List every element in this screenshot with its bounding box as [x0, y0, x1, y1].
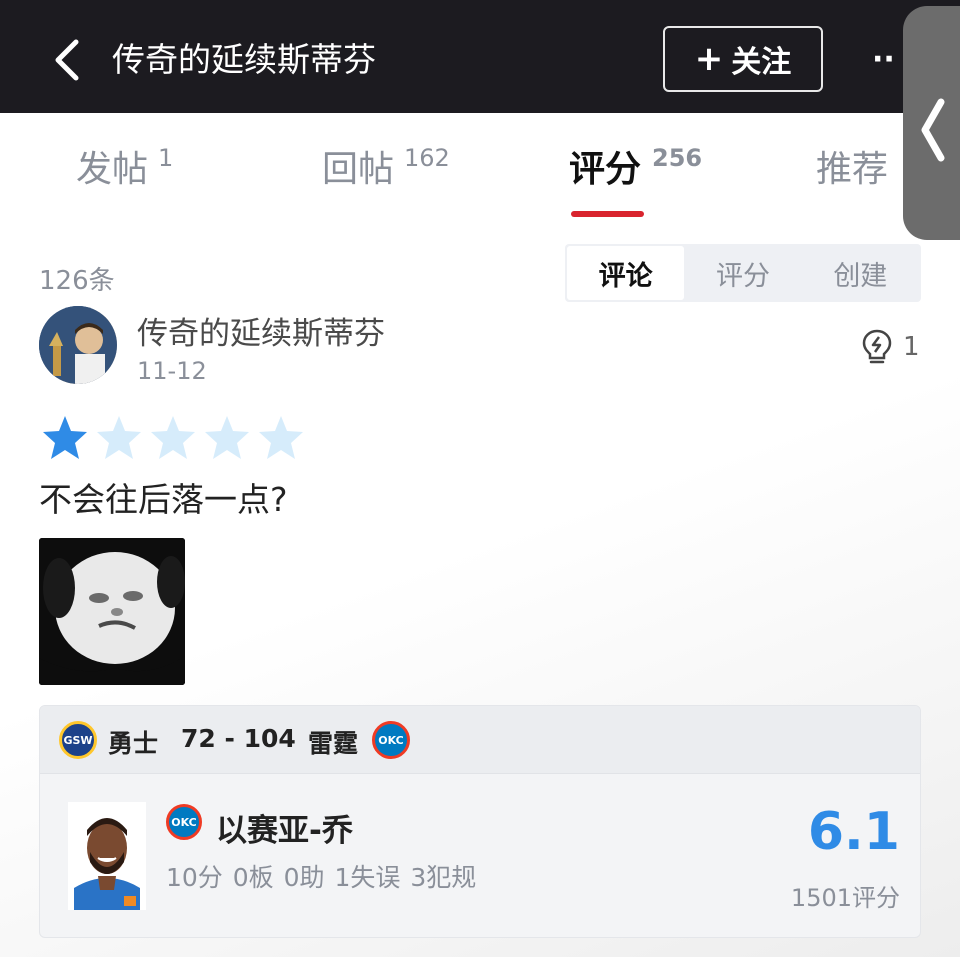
rating-count: 1501评分	[790, 884, 900, 912]
star-empty-icon	[97, 416, 141, 459]
side-drawer-handle[interactable]	[903, 6, 960, 240]
more-button[interactable]: ··	[872, 40, 902, 80]
tab-count: 1	[158, 144, 174, 172]
player-rating-score: 6.1	[807, 802, 900, 862]
tab-ratings[interactable]: 评分 256	[569, 144, 702, 195]
segment-comments[interactable]: 评论	[567, 246, 685, 300]
home-team-name: 勇士	[108, 729, 159, 758]
star-filled-icon	[43, 416, 87, 459]
avatar[interactable]	[39, 306, 117, 384]
page-title: 传奇的延续斯蒂芬	[112, 40, 376, 79]
follow-label: 关注	[731, 45, 792, 80]
away-team-name: 雷霆	[308, 729, 359, 758]
tab-label: 评分	[569, 149, 642, 190]
player-photo-image	[68, 802, 146, 910]
tab-label: 回帖	[322, 149, 395, 190]
like-count: 1	[903, 332, 920, 362]
avatar-image	[39, 306, 117, 384]
star-empty-icon	[259, 416, 303, 459]
tab-count: 256	[652, 144, 703, 172]
sort-segmented-control: 评论 评分 创建	[565, 244, 921, 302]
result-count: 126条	[39, 266, 115, 296]
panda-meme-image	[39, 538, 185, 685]
active-tab-indicator	[571, 211, 644, 217]
chevron-left-icon	[55, 39, 79, 81]
post-author-name[interactable]: 传奇的延续斯蒂芬	[137, 308, 385, 353]
game-rating-card[interactable]: GSW 勇士 72 - 104 雷霆 OKC OKC 以赛亚-乔 10分 0板 …	[39, 705, 921, 938]
player-name: 以赛亚-乔	[216, 813, 353, 849]
star-rating	[40, 414, 310, 462]
player-photo	[68, 802, 146, 910]
tab-label: 推荐	[816, 149, 889, 190]
segment-ratings[interactable]: 评分	[684, 246, 801, 300]
player-stat-line: 10分 0板 0助 1失误 3犯规	[166, 863, 477, 892]
star-empty-icon	[151, 416, 195, 459]
gsw-logo-icon: GSW	[59, 721, 97, 759]
lightbulb-icon	[862, 329, 892, 364]
star-empty-icon	[205, 416, 249, 459]
plus-icon: +	[694, 39, 724, 79]
top-nav-bar: 传奇的延续斯蒂芬 + 关注 ··	[0, 0, 960, 113]
game-score: 72 - 104	[181, 724, 296, 753]
follow-button[interactable]: + 关注	[663, 26, 823, 92]
tab-count: 162	[404, 144, 450, 172]
okc-logo-icon: OKC	[372, 721, 410, 759]
meme-image[interactable]	[39, 538, 185, 685]
segment-created[interactable]: 创建	[802, 246, 919, 300]
tab-label: 发帖	[76, 149, 149, 190]
post-date: 11-12	[137, 357, 207, 385]
comment-text: 不会往后落一点?	[39, 480, 288, 519]
tab-recommended[interactable]: 推荐	[816, 145, 888, 195]
chevron-left-icon	[921, 98, 945, 162]
back-button[interactable]	[50, 38, 86, 82]
like-button[interactable]: 1	[861, 328, 920, 366]
game-header[interactable]: GSW 勇士 72 - 104 雷霆 OKC	[40, 706, 920, 774]
tab-replies[interactable]: 回帖 162	[322, 144, 450, 195]
okc-logo-icon: OKC	[166, 804, 202, 840]
tab-posts[interactable]: 发帖 1	[76, 144, 173, 195]
